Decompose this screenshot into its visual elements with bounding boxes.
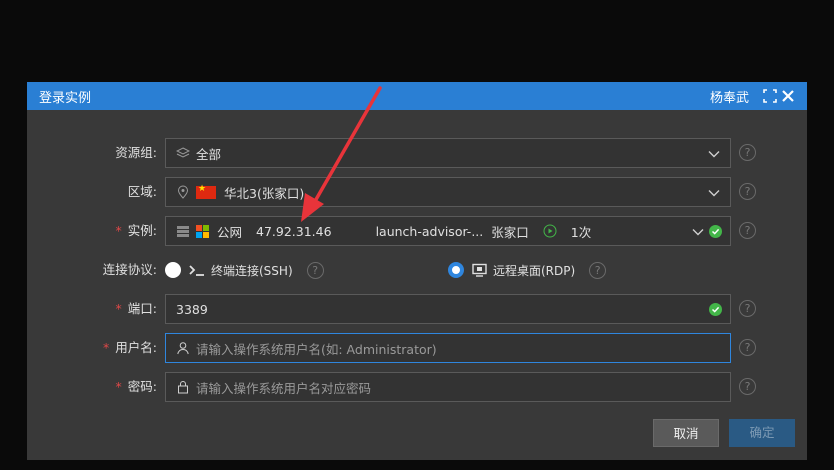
china-flag-icon — [196, 184, 216, 199]
help-icon[interactable]: ? — [739, 339, 756, 356]
rdp-radio[interactable] — [448, 262, 464, 278]
instance-label: * 实例: — [115, 223, 157, 238]
port-row: * 端口: 3389 ? — [27, 294, 807, 324]
help-icon[interactable]: ? — [739, 183, 756, 200]
close-icon[interactable] — [781, 89, 795, 103]
rdp-label: 远程桌面(RDP) — [493, 263, 576, 278]
region-row: 区域: 华北3(张家口) ? — [27, 177, 807, 207]
layers-icon — [176, 147, 190, 158]
instance-ip: 47.92.31.46 — [256, 223, 332, 239]
instance-count: 1次 — [570, 224, 592, 240]
ssh-radio[interactable] — [165, 262, 181, 278]
dialog-titlebar: 登录实例 杨奉武 — [27, 82, 807, 110]
region-label: 区域: — [127, 184, 157, 199]
help-icon[interactable]: ? — [306, 261, 324, 279]
server-icon — [177, 226, 189, 237]
resource-group-label: 资源组: — [115, 145, 157, 160]
chevron-down-icon[interactable] — [692, 226, 704, 238]
username-placeholder: 请输入操作系统用户名(如: Administrator) — [196, 341, 437, 357]
help-icon[interactable]: ? — [589, 261, 607, 279]
instance-network: 公网 — [217, 224, 243, 240]
windows-logo-icon — [196, 224, 209, 238]
play-circle-icon — [543, 224, 557, 238]
instance-row: * 实例: 公网 47.92.31.46 launch-advisor-... 张… — [27, 216, 807, 246]
user-icon — [177, 342, 189, 355]
port-input[interactable]: 3389 — [165, 294, 731, 324]
region-value: 华北3(张家口) — [224, 185, 305, 201]
help-icon[interactable]: ? — [739, 144, 756, 161]
check-circle-icon — [709, 303, 722, 316]
username-row: * 用户名: 请输入操作系统用户名(如: Administrator) ? — [27, 333, 807, 363]
password-label: * 密码: — [115, 379, 157, 394]
username-input[interactable]: 请输入操作系统用户名(如: Administrator) — [165, 333, 731, 363]
ok-button[interactable]: 确定 — [729, 419, 795, 447]
fullscreen-icon[interactable] — [763, 89, 777, 103]
username-label: * 用户名: — [103, 340, 157, 355]
instance-select[interactable]: 公网 47.92.31.46 launch-advisor-... 张家口 1次 — [165, 216, 731, 246]
ssh-label: 终端连接(SSH) — [211, 263, 293, 278]
protocol-ssh-option[interactable]: 终端连接(SSH) ? — [165, 255, 324, 285]
port-value: 3389 — [176, 301, 208, 317]
chevron-down-icon[interactable] — [708, 187, 720, 199]
protocol-rdp-option[interactable]: 远程桌面(RDP) ? — [448, 255, 607, 285]
check-circle-icon — [709, 225, 722, 238]
current-user: 杨奉武 — [709, 90, 749, 106]
password-row: * 密码: 请输入操作系统用户名对应密码 ? — [27, 372, 807, 402]
chevron-down-icon[interactable] — [708, 148, 720, 160]
login-instance-dialog: 登录实例 杨奉武 资源组: 全部 ? 区域: ★ 华北3(张家口) ? * 实例… — [27, 82, 807, 460]
resource-group-select[interactable]: 全部 — [165, 138, 731, 168]
help-icon[interactable]: ? — [739, 300, 756, 317]
terminal-icon — [189, 265, 204, 276]
port-label: * 端口: — [115, 301, 157, 316]
password-input[interactable]: 请输入操作系统用户名对应密码 — [165, 372, 731, 402]
location-pin-icon — [177, 185, 189, 199]
instance-name: launch-advisor-... — [375, 223, 484, 239]
resource-group-row: 资源组: 全部 ? — [27, 138, 807, 168]
dialog-title: 登录实例 — [39, 90, 92, 106]
lock-icon — [178, 381, 188, 394]
password-placeholder: 请输入操作系统用户名对应密码 — [196, 380, 372, 396]
resource-group-value: 全部 — [196, 146, 222, 162]
cancel-button[interactable]: 取消 — [653, 419, 719, 447]
protocol-label: 连接协议: — [102, 262, 157, 277]
instance-city: 张家口 — [491, 224, 529, 240]
remote-desktop-icon — [472, 263, 487, 277]
protocol-row: 连接协议: 终端连接(SSH) ? 远程桌面(RDP) ? — [27, 255, 807, 285]
help-icon[interactable]: ? — [739, 378, 756, 395]
region-select[interactable]: 华北3(张家口) — [165, 177, 731, 207]
help-icon[interactable]: ? — [739, 222, 756, 239]
